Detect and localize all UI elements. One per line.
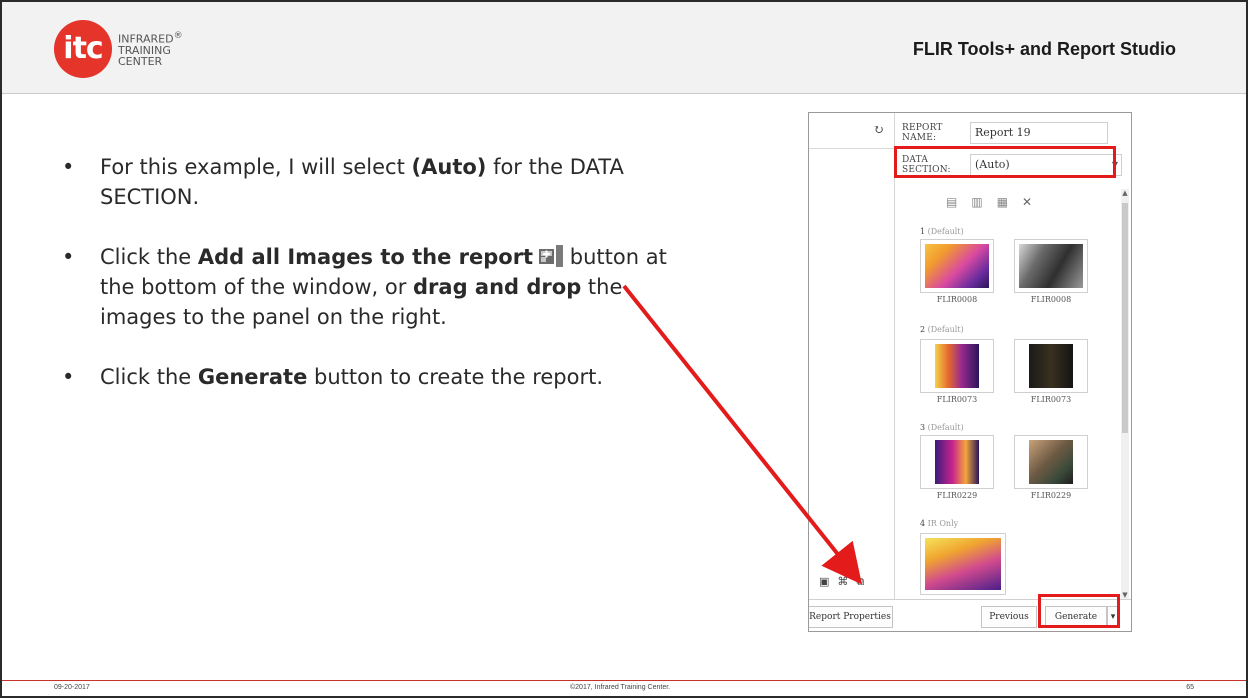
add-all-images-button[interactable]: ⧉ — [856, 575, 864, 589]
bullet-bold: drag and drop — [413, 275, 582, 299]
bullet-text: button to create the report. — [307, 365, 604, 389]
browser-bottom-icons: ▣ ⌘ ⧉ — [819, 575, 864, 589]
thumbnail-caption: FLIR0229 — [1030, 491, 1072, 500]
report-scrollbar[interactable]: ▲ ▼ — [1121, 189, 1129, 599]
bullet-3: • Click the Generate button to create th… — [62, 362, 682, 392]
scroll-down-icon[interactable]: ▼ — [1121, 591, 1129, 599]
bullet-list: • For this example, I will select (Auto)… — [62, 152, 682, 422]
section-tag: (Default) — [927, 423, 964, 432]
logo-text: INFRARED® TRAINING CENTER — [118, 31, 183, 67]
scrollbar-thumb[interactable] — [1122, 203, 1128, 433]
section-4-label: 4 IR Only — [920, 519, 958, 528]
section-number: 3 — [920, 423, 926, 432]
add-page-icon[interactable]: ▥ — [971, 195, 982, 209]
visual-thumbnail[interactable] — [1014, 435, 1088, 489]
close-icon[interactable]: ✕ — [1022, 195, 1032, 209]
section-3-label: 3 (Default) — [920, 423, 964, 432]
ir-thumbnail[interactable] — [920, 239, 994, 293]
section-tag: (Default) — [927, 227, 964, 236]
report-panel: REPORT NAME: Report 19 DATA SECTION: (Au… — [896, 113, 1131, 599]
section-number: 1 — [920, 227, 926, 236]
bullet-bold: (Auto) — [411, 155, 487, 179]
ir-thumbnail[interactable] — [920, 339, 994, 393]
logo-mark: itc — [54, 20, 112, 78]
visual-thumbnail[interactable] — [1014, 339, 1088, 393]
bullet-text: Click the — [100, 365, 198, 389]
bullet-bold: Generate — [197, 365, 308, 389]
section-tag: (Default) — [927, 325, 964, 334]
section-tag: IR Only — [927, 519, 959, 528]
footer-page-number: 65 — [1186, 684, 1194, 691]
slide-header: itc INFRARED® TRAINING CENTER FLIR Tools… — [2, 2, 1246, 94]
report-studio-screenshot: ↻ ▣ ⌘ ⧉ REPORT NAME: Report 19 DATA SECT… — [808, 112, 1132, 632]
report-toolbar: ▤ ▥ ▦ ✕ — [946, 195, 1032, 209]
insert-page-icon[interactable]: ▤ — [946, 195, 957, 209]
logo-line-3: CENTER — [118, 54, 163, 68]
section-number: 2 — [920, 325, 926, 334]
add-all-images-icon — [539, 245, 564, 267]
fit-icon[interactable]: ⌘ — [837, 575, 848, 589]
itc-logo: itc INFRARED® TRAINING CENTER — [54, 20, 183, 78]
browser-toolbar: ↻ — [809, 113, 894, 149]
report-name-input[interactable]: Report 19 — [970, 122, 1108, 144]
ir-thumbnail[interactable] — [920, 533, 1006, 595]
section-number: 4 — [920, 519, 926, 528]
thumbnail-caption: FLIR0229 — [936, 491, 978, 500]
bullet-symbol: • — [62, 245, 75, 269]
thumbnail-caption: FLIR0073 — [1030, 395, 1072, 404]
previous-button[interactable]: Previous — [981, 606, 1037, 628]
thumbnail-caption: FLIR0008 — [936, 295, 978, 304]
slide-title: FLIR Tools+ and Report Studio — [912, 39, 1176, 59]
ir-thumbnail[interactable] — [920, 435, 994, 489]
section-1-label: 1 (Default) — [920, 227, 964, 236]
bullet-bold: Add all Images to the report — [197, 245, 534, 269]
bullet-text: For this example, I will select — [100, 155, 412, 179]
footer-date: 09-20-2017 — [54, 684, 90, 691]
bullet-text: Click the — [100, 245, 198, 269]
visual-thumbnail[interactable] — [1014, 239, 1088, 293]
section-2-label: 2 (Default) — [920, 325, 964, 334]
bullet-2: • Click the Add all Images to the report… — [62, 242, 682, 332]
report-name-label: REPORT NAME: — [902, 123, 943, 143]
thumbnail-caption: FLIR0008 — [1030, 295, 1072, 304]
thumbnail-caption: FLIR0073 — [936, 395, 978, 404]
bullet-1: • For this example, I will select (Auto)… — [62, 152, 682, 212]
scroll-up-icon[interactable]: ▲ — [1121, 189, 1129, 197]
slide-footer: 09-20-2017 ©2017, Infrared Training Cent… — [2, 680, 1246, 696]
remove-page-icon[interactable]: ▦ — [997, 195, 1008, 209]
registered-mark: ® — [173, 31, 183, 42]
refresh-icon[interactable]: ↻ — [873, 123, 884, 138]
images-icon[interactable]: ▣ — [819, 575, 829, 589]
data-section-highlight — [894, 146, 1116, 178]
bullet-symbol: • — [62, 365, 75, 389]
bullet-symbol: • — [62, 155, 75, 179]
generate-highlight — [1038, 594, 1120, 628]
report-name-row: REPORT NAME: Report 19 — [902, 121, 1108, 145]
image-browser-pane: ↻ ▣ ⌘ ⧉ — [809, 113, 895, 599]
report-properties-button[interactable]: Report Properties — [809, 606, 893, 628]
footer-copyright: ©2017, Infrared Training Center. — [570, 684, 671, 691]
